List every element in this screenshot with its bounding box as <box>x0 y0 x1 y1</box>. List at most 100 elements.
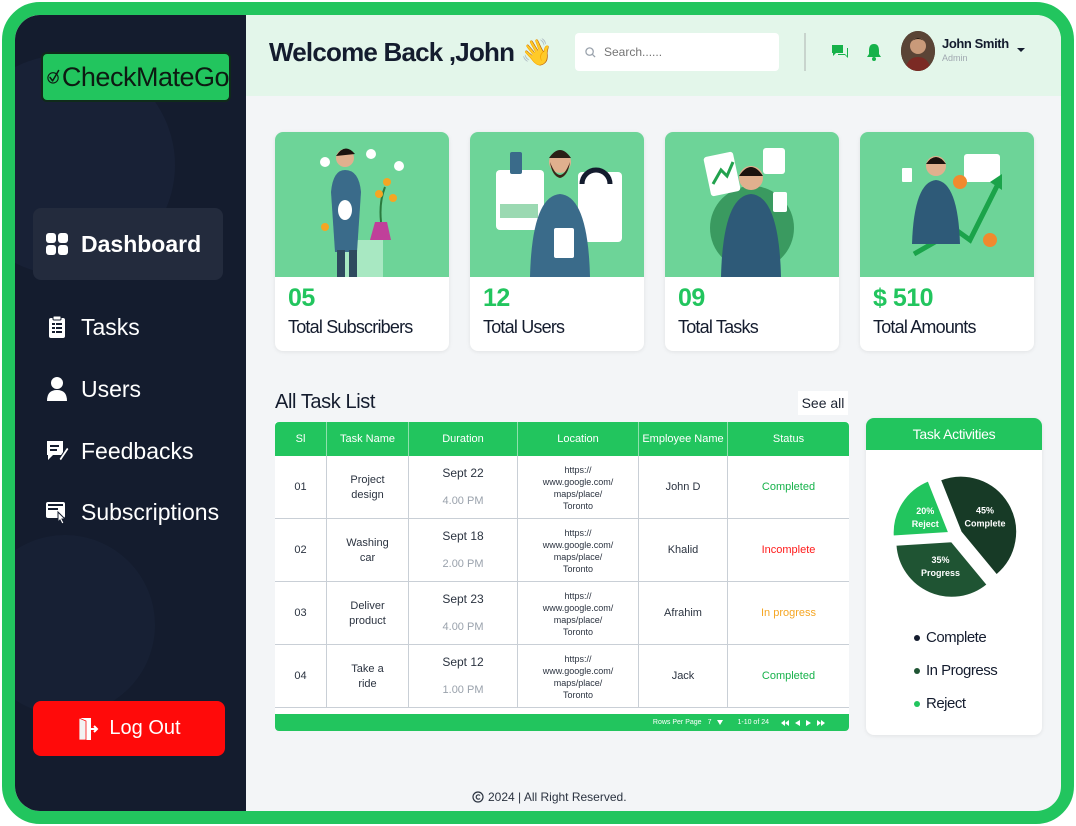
footer-text: 2024 | All Right Reserved. <box>488 790 627 804</box>
app-frame: CheckMateGo Dashboard Tasks Users Feedba <box>2 2 1074 824</box>
cell-employee: John D <box>639 456 728 519</box>
cell-employee: Afrahim <box>639 582 728 645</box>
legend-dot <box>914 634 920 641</box>
chat-icon[interactable] <box>831 43 849 61</box>
cell-sl: 02 <box>275 519 327 582</box>
stat-label: Total Amounts <box>873 317 976 337</box>
column-header[interactable]: Duration <box>409 422 518 456</box>
search-box[interactable] <box>575 33 779 71</box>
page-footer: 2024 | All Right Reserved. <box>472 790 627 804</box>
task-activities-title: Task Activities <box>866 418 1042 450</box>
stat-label: Total Users <box>483 317 565 337</box>
task-table: Sl Task Name Duration Location Employee … <box>275 422 849 731</box>
legend-label: Reject <box>926 695 966 712</box>
column-header[interactable]: Sl <box>275 422 327 456</box>
cell-duration: Sept 22 4.00 PM <box>409 456 518 519</box>
rows-per-page-select[interactable]: 7 <box>708 719 712 726</box>
duration-date: Sept 18 <box>442 529 484 543</box>
table-row[interactable]: 01 Project design Sept 22 4.00 PM https:// w… <box>275 456 849 519</box>
prev-page-icon[interactable] <box>795 719 800 726</box>
cell-task-name: Take a ride <box>327 645 409 708</box>
copyright-icon <box>472 791 484 803</box>
column-header[interactable]: Employee Name <box>639 422 728 456</box>
stat-value: $ 510 <box>873 284 934 312</box>
amounts-illustration <box>860 132 1034 277</box>
pie-percent-label: 35% <box>931 555 949 565</box>
page-range: 1-10 of 24 <box>737 719 769 726</box>
sidebar-item-users[interactable]: Users <box>33 359 223 419</box>
tasks-illustration <box>665 132 839 277</box>
cell-task-name: Project design <box>327 456 409 519</box>
sidebar-item-tasks[interactable]: Tasks <box>33 297 223 357</box>
cell-location[interactable]: https:// www.google.com/ maps/place/ Tor… <box>518 456 639 519</box>
top-header: Welcome Back ,John 👋 John Smith Admin <box>246 15 1061 96</box>
cell-task-name: Washing car <box>327 519 409 582</box>
cell-employee: Jack <box>639 645 728 708</box>
rows-per-page-label: Rows Per Page <box>652 719 702 726</box>
table-row[interactable]: 04 Take a ride Sept 12 1.00 PM https:// www.… <box>275 645 849 708</box>
feedback-icon <box>45 439 69 463</box>
column-header[interactable]: Status <box>728 422 849 456</box>
cell-duration: Sept 18 2.00 PM <box>409 519 518 582</box>
column-header[interactable]: Location <box>518 422 639 456</box>
see-all-link[interactable]: See all <box>798 391 848 415</box>
chevron-down-icon[interactable] <box>1016 45 1026 55</box>
legend-label: Complete <box>926 629 987 646</box>
sidebar-item-label: Users <box>81 375 142 402</box>
sidebar-item-label: Feedbacks <box>81 437 194 464</box>
table-header: Sl Task Name Duration Location Employee … <box>275 422 849 456</box>
subscribers-illustration <box>275 132 449 277</box>
bell-icon[interactable] <box>865 43 883 61</box>
task-activities-pie-chart: 45% Complete 35% Progress 20% Reject <box>892 475 1018 599</box>
sidebar-item-label: Subscriptions <box>81 498 220 525</box>
table-row[interactable]: 02 Washing car Sept 18 2.00 PM https:// www.… <box>275 519 849 582</box>
stat-label: Total Subscribers <box>288 317 413 337</box>
stat-card-tasks[interactable]: 09 Total Tasks <box>665 132 839 351</box>
stat-card-amounts[interactable]: $ 510 Total Amounts <box>860 132 1034 351</box>
cell-location[interactable]: https:// www.google.com/ maps/place/ Tor… <box>518 582 639 645</box>
user-name: John Smith <box>942 36 1009 51</box>
sidebar-item-dashboard[interactable]: Dashboard <box>33 208 223 280</box>
logout-button[interactable]: Log Out <box>33 701 225 756</box>
pie-percent-label: 45% <box>976 506 994 516</box>
stat-card-users[interactable]: 12 Total Users <box>470 132 644 351</box>
legend-item: Complete <box>914 629 987 646</box>
logout-label: Log Out <box>109 717 181 739</box>
search-input[interactable] <box>604 45 764 59</box>
subscription-icon <box>45 500 69 524</box>
header-divider <box>804 33 806 71</box>
table-row[interactable]: 03 Deliver product Sept 23 4.00 PM https:// … <box>275 582 849 645</box>
pie-category-label: Reject <box>912 519 939 529</box>
stat-card-subscribers[interactable]: 05 Total Subscribers <box>275 132 449 351</box>
first-page-icon[interactable] <box>781 719 789 726</box>
cell-sl: 04 <box>275 645 327 708</box>
duration-time: 1.00 PM <box>442 684 484 696</box>
cell-location[interactable]: https:// www.google.com/ maps/place/ Tor… <box>518 645 639 708</box>
last-page-icon[interactable] <box>817 719 825 726</box>
sidebar-item-feedbacks[interactable]: Feedbacks <box>33 421 223 481</box>
logout-icon <box>79 716 99 740</box>
cell-status: Completed <box>761 481 816 493</box>
user-icon <box>45 377 69 401</box>
duration-time: 4.00 PM <box>442 495 484 507</box>
column-header[interactable]: Task Name <box>327 422 409 456</box>
sidebar-item-label: Tasks <box>81 313 140 340</box>
sidebar-decoration <box>15 535 155 715</box>
legend-label: In Progress <box>926 662 998 679</box>
legend-item: In Progress <box>914 662 998 679</box>
brand-logo[interactable]: CheckMateGo <box>41 52 231 102</box>
duration-time: 4.00 PM <box>442 621 484 633</box>
page-title: Welcome Back ,John 👋 <box>269 37 553 67</box>
duration-time: 2.00 PM <box>442 558 484 570</box>
cell-status: Incomplete <box>761 544 816 556</box>
cell-location[interactable]: https:// www.google.com/ maps/place/ Tor… <box>518 519 639 582</box>
table-pagination: Rows Per Page 7 1-10 of 24 <box>275 714 849 731</box>
next-page-icon[interactable] <box>806 719 811 726</box>
legend-dot <box>914 667 920 674</box>
avatar[interactable] <box>901 31 935 71</box>
stat-value: 09 <box>678 284 705 312</box>
chevron-down-icon[interactable] <box>717 720 724 725</box>
sidebar-item-subscriptions[interactable]: Subscriptions <box>33 482 223 542</box>
user-role: Admin <box>942 53 968 63</box>
dashboard-icon <box>45 232 69 256</box>
